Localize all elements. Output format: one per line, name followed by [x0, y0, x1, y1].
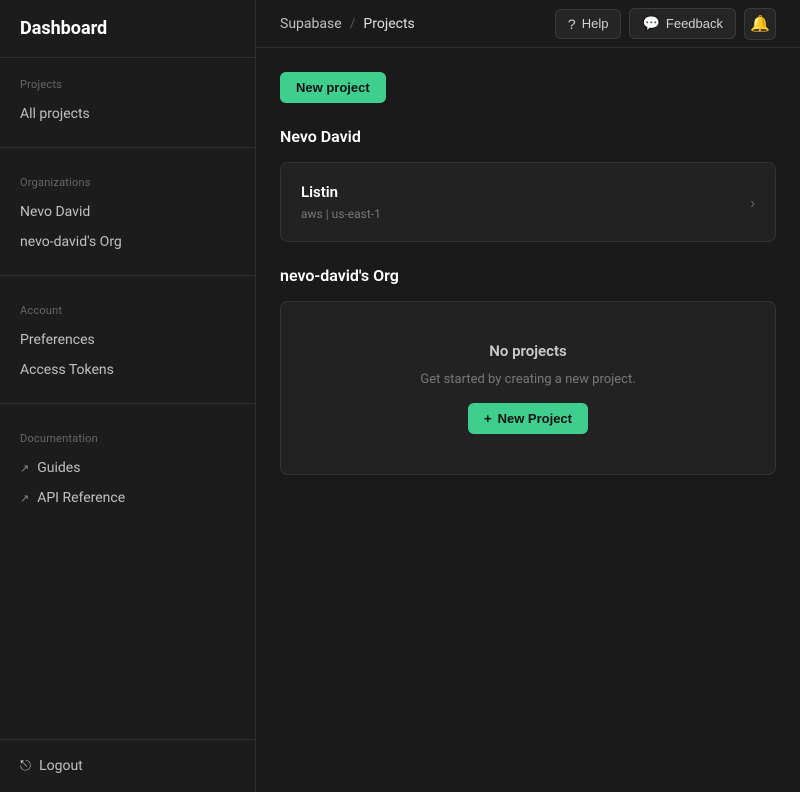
- notifications-button[interactable]: 🔔: [744, 8, 776, 40]
- page-body: New project Nevo David Listin aws | us-e…: [256, 48, 800, 792]
- divider-1: [0, 147, 255, 148]
- sidebar-item-preferences[interactable]: Preferences: [0, 325, 255, 355]
- sidebar-item-label: Access Tokens: [20, 362, 114, 378]
- sidebar-item-label: Nevo David: [20, 204, 90, 220]
- chevron-right-icon: ›: [750, 193, 755, 212]
- topbar-actions: ? Help 💬 Feedback 🔔: [555, 8, 776, 40]
- sidebar-section-label-projects: Projects: [0, 78, 255, 99]
- sidebar-item-label: API Reference: [37, 490, 125, 506]
- sidebar-section-account: Account Preferences Access Tokens: [0, 284, 255, 395]
- project-card-listin[interactable]: Listin aws | us-east-1 ›: [280, 162, 776, 242]
- bell-icon: 🔔: [750, 14, 770, 33]
- sidebar-section-organizations: Organizations Nevo David nevo-david's Or…: [0, 156, 255, 267]
- help-circle-icon: ?: [568, 16, 576, 32]
- sidebar-title: Dashboard: [20, 18, 107, 39]
- sidebar-item-label: Guides: [37, 460, 80, 476]
- project-name-listin: Listin: [301, 183, 381, 201]
- section-nevo-david: Nevo David Listin aws | us-east-1 ›: [280, 127, 776, 242]
- sidebar-item-label: nevo-david's Org: [20, 234, 122, 250]
- sidebar-section-documentation: Documentation ↗ Guides ↗ API Reference: [0, 412, 255, 523]
- chat-icon: 💬: [642, 15, 659, 32]
- help-button[interactable]: ? Help: [555, 9, 622, 39]
- sidebar-section-projects: Projects All projects: [0, 58, 255, 139]
- sidebar-item-guides[interactable]: ↗ Guides: [0, 453, 255, 483]
- section-nevo-david-org: nevo-david's Org No projects Get started…: [280, 266, 776, 475]
- sidebar-item-label: All projects: [20, 106, 90, 122]
- section-title-nevo-david: Nevo David: [280, 127, 776, 146]
- sidebar-section-label-account: Account: [0, 304, 255, 325]
- sidebar-item-all-projects[interactable]: All projects: [0, 99, 255, 129]
- new-project-cta-label: New Project: [498, 411, 572, 426]
- breadcrumb: Supabase / Projects: [280, 16, 415, 32]
- sidebar-bottom: ⎋ Logout: [0, 739, 255, 792]
- project-info-listin: Listin aws | us-east-1: [301, 183, 381, 221]
- breadcrumb-separator: /: [350, 16, 356, 32]
- sidebar-section-label-organizations: Organizations: [0, 176, 255, 197]
- sidebar-header: Dashboard: [0, 0, 255, 58]
- breadcrumb-root[interactable]: Supabase: [280, 16, 342, 32]
- new-project-button[interactable]: New project: [280, 72, 386, 103]
- main-content: Supabase / Projects ? Help 💬 Feedback 🔔: [256, 0, 800, 792]
- plus-icon: +: [484, 411, 492, 426]
- external-link-icon-guides: ↗: [20, 462, 29, 475]
- help-label: Help: [582, 16, 609, 31]
- sidebar-item-label: Preferences: [20, 332, 95, 348]
- external-link-icon-api: ↗: [20, 492, 29, 505]
- feedback-button[interactable]: 💬 Feedback: [629, 8, 736, 39]
- sidebar-item-api-reference[interactable]: ↗ API Reference: [0, 483, 255, 513]
- logout-label: Logout: [39, 758, 83, 774]
- sidebar-section-label-documentation: Documentation: [0, 432, 255, 453]
- topbar: Supabase / Projects ? Help 💬 Feedback 🔔: [256, 0, 800, 48]
- sidebar-item-nevo-david[interactable]: Nevo David: [0, 197, 255, 227]
- logout-button[interactable]: ⎋ Logout: [0, 750, 255, 782]
- empty-org-card: No projects Get started by creating a ne…: [280, 301, 776, 475]
- empty-title: No projects: [489, 342, 566, 360]
- logout-icon: ⎋: [20, 758, 31, 774]
- new-project-cta-button[interactable]: + New Project: [468, 403, 588, 434]
- feedback-label: Feedback: [666, 16, 723, 31]
- section-title-nevo-david-org: nevo-david's Org: [280, 266, 776, 285]
- sidebar-item-nevo-david-org[interactable]: nevo-david's Org: [0, 227, 255, 257]
- empty-subtitle: Get started by creating a new project.: [420, 372, 635, 387]
- sidebar-item-access-tokens[interactable]: Access Tokens: [0, 355, 255, 385]
- project-meta-listin: aws | us-east-1: [301, 207, 381, 221]
- breadcrumb-current: Projects: [363, 16, 414, 32]
- sidebar: Dashboard Projects All projects Organiza…: [0, 0, 256, 792]
- divider-2: [0, 275, 255, 276]
- divider-3: [0, 403, 255, 404]
